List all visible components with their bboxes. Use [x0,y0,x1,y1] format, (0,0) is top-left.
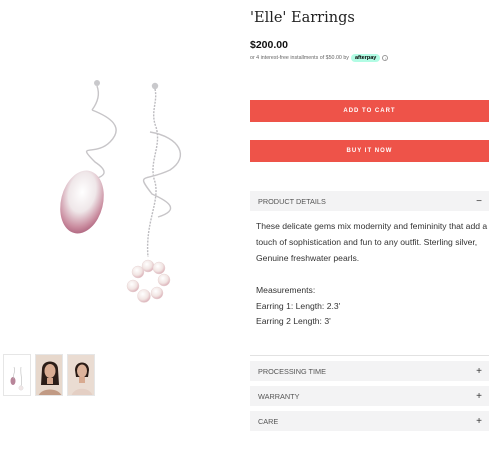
measurement-earring-2: Earring 2 Length: 3' [256,316,331,327]
main-product-image[interactable] [40,72,200,322]
product-gallery [0,0,245,457]
divider [250,355,489,356]
measurement-earring-1: Earring 1: Length: 2.3' [256,300,341,311]
accordion-warranty[interactable]: WARRANTY + [250,386,489,406]
product-details-content: These delicate gems mix modernity and fe… [256,219,488,330]
add-to-cart-button[interactable]: ADD TO CART [250,100,489,122]
installments-text: or 4 interest-free installments of $50.0… [250,55,349,61]
thumbnail-earrings-image [10,366,24,391]
info-icon[interactable]: i [382,55,389,61]
thumbnail-strip [3,354,95,396]
accordion-care[interactable]: CARE + [250,411,489,431]
afterpay-logo[interactable]: afterpay [350,54,381,62]
installments-row: or 4 interest-free installments of $50.0… [250,54,389,62]
thumbnail-model-front[interactable] [35,354,63,396]
plus-icon: + [476,415,482,427]
thumbnail-model-side[interactable] [67,354,95,396]
accordion-warranty-label: WARRANTY [258,391,300,401]
thumbnail-model-front-image [36,355,62,395]
minus-icon: − [476,195,482,207]
plus-icon: + [476,390,482,402]
accordion-processing-time[interactable]: PROCESSING TIME + [250,361,489,381]
accordion-product-details[interactable]: PRODUCT DETAILS − [250,191,489,211]
accordion-product-details-label: PRODUCT DETAILS [258,196,326,206]
thumbnail-earrings[interactable] [3,354,31,396]
product-price: $200.00 [250,39,288,51]
product-description: These delicate gems mix modernity and fe… [256,221,488,263]
product-title: 'Elle' Earrings [250,10,355,26]
measurements-heading: Measurements: [256,284,316,295]
accordion-care-label: CARE [258,416,279,426]
accordion-processing-time-label: PROCESSING TIME [258,366,326,376]
buy-it-now-button[interactable]: BUY IT NOW [250,140,489,162]
plus-icon: + [476,365,482,377]
thumbnail-model-side-image [68,355,94,395]
